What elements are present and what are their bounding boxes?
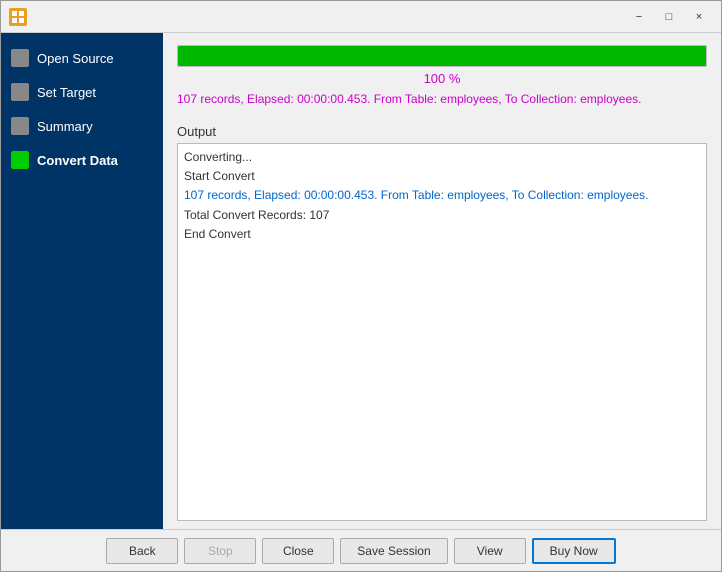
sidebar-item-open-source[interactable]: Open Source — [1, 43, 163, 73]
title-bar-controls: − □ × — [625, 6, 713, 28]
output-line: Converting... — [184, 148, 700, 167]
title-bar-left — [9, 8, 27, 26]
progress-percent-label: 100 % — [177, 71, 707, 86]
progress-container: 100 % 107 records, Elapsed: 00:00:00.453… — [177, 45, 707, 118]
main-window: − □ × Open Source Set Target Summary Con… — [0, 0, 722, 572]
back-button[interactable]: Back — [106, 538, 178, 564]
button-bar: Back Stop Close Save Session View Buy No… — [1, 529, 721, 571]
output-line: 107 records, Elapsed: 00:00:00.453. From… — [184, 186, 700, 205]
close-button[interactable]: Close — [262, 538, 334, 564]
save-session-button[interactable]: Save Session — [340, 538, 447, 564]
output-label: Output — [177, 124, 707, 139]
step-indicator-convert-data — [11, 151, 29, 169]
sidebar-label-set-target: Set Target — [37, 85, 96, 100]
close-window-button[interactable]: × — [685, 6, 713, 28]
sidebar-label-summary: Summary — [37, 119, 93, 134]
sidebar-label-open-source: Open Source — [37, 51, 114, 66]
sidebar: Open Source Set Target Summary Convert D… — [1, 33, 163, 529]
main-area: Open Source Set Target Summary Convert D… — [1, 33, 721, 529]
view-button[interactable]: View — [454, 538, 526, 564]
stop-button[interactable]: Stop — [184, 538, 256, 564]
progress-bar-track — [177, 45, 707, 67]
step-indicator-set-target — [11, 83, 29, 101]
output-line: End Convert — [184, 225, 700, 244]
app-icon — [9, 8, 27, 26]
sidebar-item-summary[interactable]: Summary — [1, 111, 163, 141]
output-line: Start Convert — [184, 167, 700, 186]
progress-status: 107 records, Elapsed: 00:00:00.453. From… — [177, 92, 707, 106]
output-box[interactable]: Converting...Start Convert107 records, E… — [177, 143, 707, 521]
step-indicator-summary — [11, 117, 29, 135]
sidebar-item-convert-data[interactable]: Convert Data — [1, 145, 163, 175]
progress-bar-fill — [178, 46, 706, 66]
minimize-button[interactable]: − — [625, 6, 653, 28]
buy-now-button[interactable]: Buy Now — [532, 538, 616, 564]
step-indicator-open-source — [11, 49, 29, 67]
title-bar: − □ × — [1, 1, 721, 33]
maximize-button[interactable]: □ — [655, 6, 683, 28]
sidebar-label-convert-data: Convert Data — [37, 153, 118, 168]
content-panel: 100 % 107 records, Elapsed: 00:00:00.453… — [163, 33, 721, 529]
output-line: Total Convert Records: 107 — [184, 206, 700, 225]
sidebar-item-set-target[interactable]: Set Target — [1, 77, 163, 107]
